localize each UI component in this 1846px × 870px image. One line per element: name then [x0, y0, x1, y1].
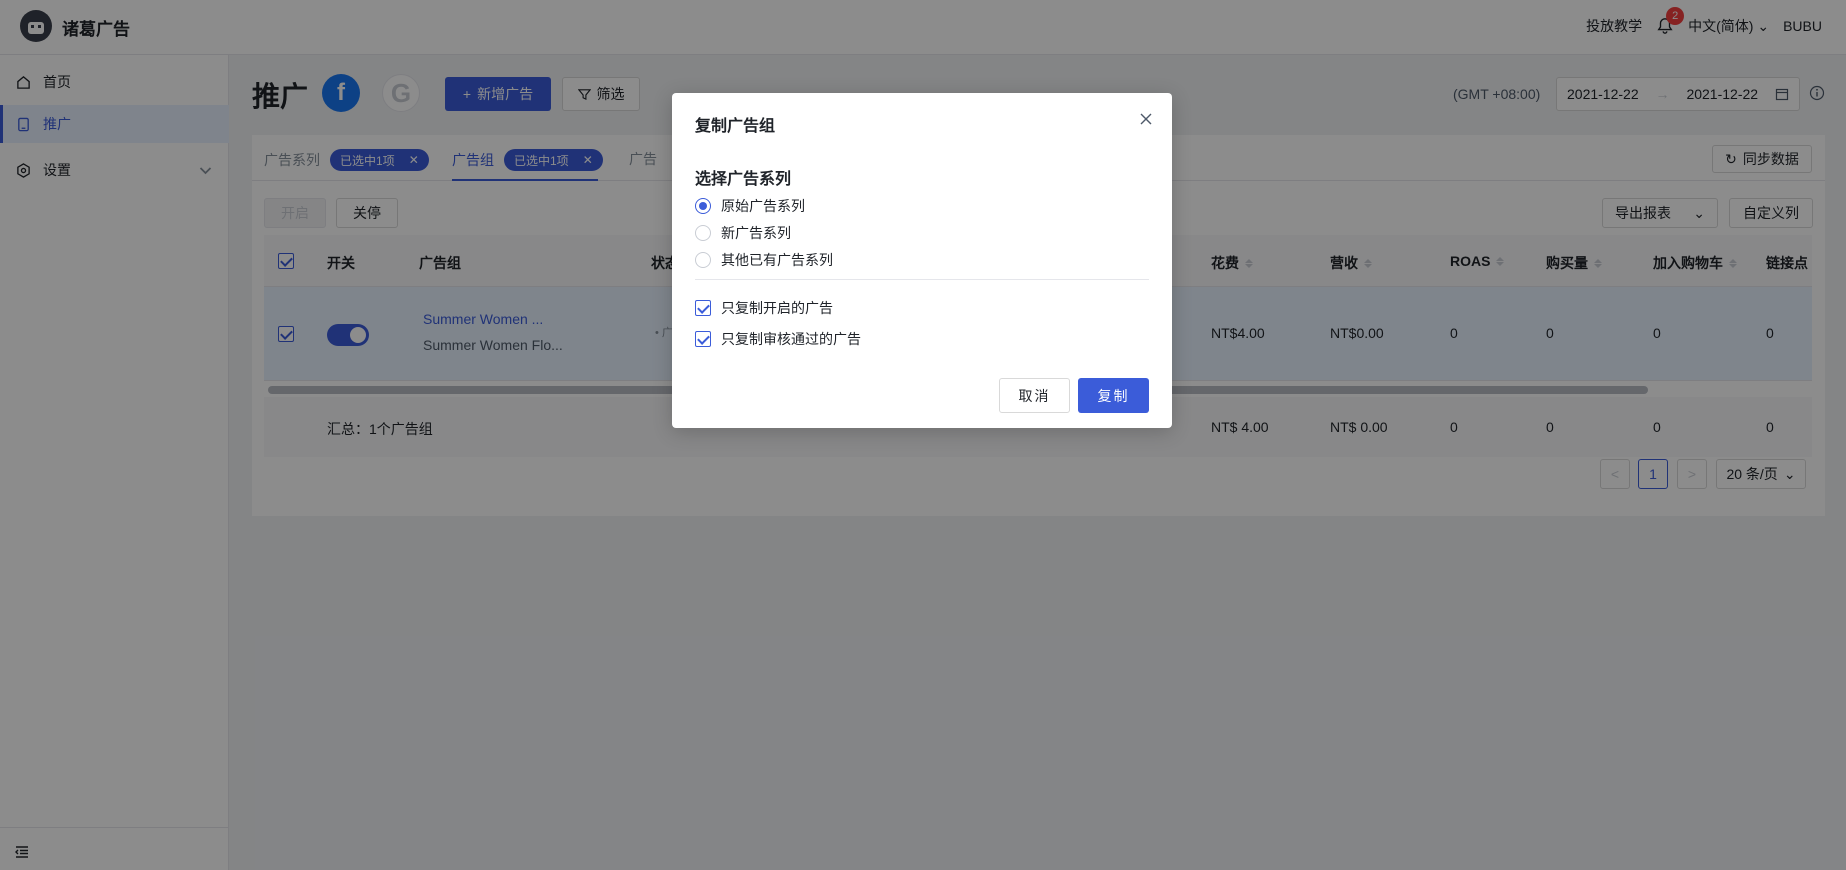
- radio-new-campaign[interactable]: 新广告系列: [695, 223, 791, 243]
- section-heading: 选择广告系列: [695, 171, 792, 188]
- checkbox-copy-enabled-only[interactable]: 只复制开启的广告: [695, 298, 833, 318]
- radio-original-campaign[interactable]: 原始广告系列: [695, 196, 805, 216]
- radio-button[interactable]: [695, 225, 711, 241]
- radio-existing-campaign[interactable]: 其他已有广告系列: [695, 250, 833, 270]
- copy-adgroup-dialog: 复制广告组 选择广告系列 原始广告系列 新广告系列 其他已有广告系列 只复制开启…: [672, 93, 1172, 428]
- radio-button[interactable]: [695, 252, 711, 268]
- dialog-title: 复制广告组: [695, 118, 776, 135]
- checkbox[interactable]: [695, 331, 711, 347]
- close-icon[interactable]: [1138, 111, 1154, 127]
- cancel-button[interactable]: 取消: [999, 378, 1070, 413]
- radio-button[interactable]: [695, 198, 711, 214]
- copy-button[interactable]: 复制: [1078, 378, 1149, 413]
- checkbox[interactable]: [695, 300, 711, 316]
- dialog-divider: [695, 279, 1149, 280]
- checkbox-copy-approved-only[interactable]: 只复制审核通过的广告: [695, 329, 861, 349]
